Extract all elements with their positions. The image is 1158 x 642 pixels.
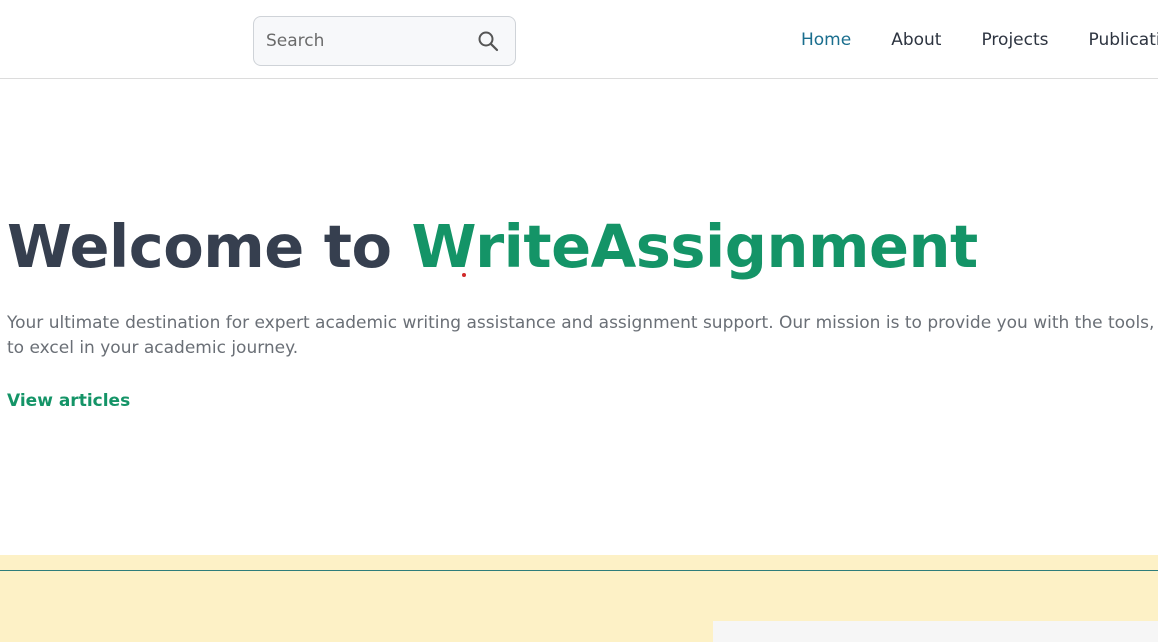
hero-title: Welcome to WriteAssignment [7,212,978,281]
search-input[interactable] [254,17,466,65]
hero-title-prefix: Welcome to [7,212,412,281]
nav-about-link[interactable]: About [891,30,941,50]
view-articles-link[interactable]: View articles [7,391,130,411]
nav-publications-link[interactable]: Publications [1089,30,1158,50]
page: Home About Projects Publications Welcome… [0,0,1158,642]
search-box[interactable] [253,16,516,66]
featured-band [0,555,1158,642]
top-navbar: Home About Projects Publications [0,0,1158,79]
nav-projects-link[interactable]: Projects [981,30,1048,50]
hero-title-brand: WriteAssignment [411,212,979,281]
search-icon[interactable] [477,30,499,52]
spellcheck-marker [462,273,466,277]
hero-description-line-1: Your ultimate destination for expert aca… [7,313,1158,333]
nav-home-link[interactable]: Home [801,30,851,50]
band-card [713,621,1158,642]
hero-description: Your ultimate destination for expert aca… [7,311,1158,361]
hero-description-line-2: to excel in your academic journey. [7,338,299,358]
main-nav: Home About Projects Publications [801,30,1158,50]
band-divider [0,570,1158,571]
